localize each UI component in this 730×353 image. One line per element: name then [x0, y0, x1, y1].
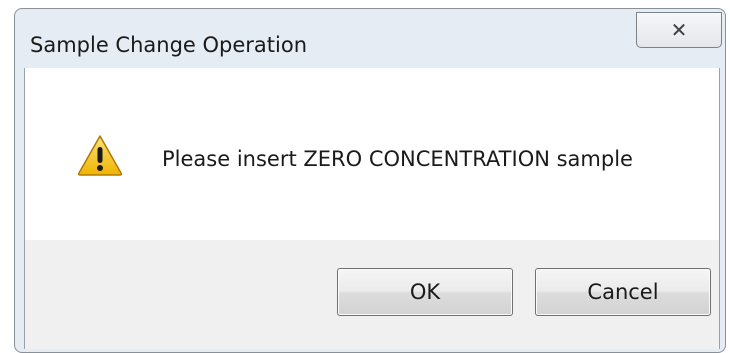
title-bar[interactable]: Sample Change Operation ✕: [14, 8, 726, 66]
close-button[interactable]: ✕: [636, 12, 722, 48]
warning-icon: [77, 135, 123, 176]
button-area: OK Cancel: [25, 240, 719, 349]
message-area: Please insert ZERO CONCENTRATION sample: [25, 68, 719, 240]
dialog-content: Please insert ZERO CONCENTRATION sample …: [24, 68, 720, 349]
message-text: Please insert ZERO CONCENTRATION sample: [162, 147, 633, 171]
close-icon: ✕: [670, 18, 688, 42]
message-dialog: Sample Change Operation ✕ Please insert …: [0, 0, 730, 353]
ok-button[interactable]: OK: [337, 268, 513, 316]
cancel-button[interactable]: Cancel: [535, 268, 711, 316]
window-title: Sample Change Operation: [30, 33, 307, 57]
